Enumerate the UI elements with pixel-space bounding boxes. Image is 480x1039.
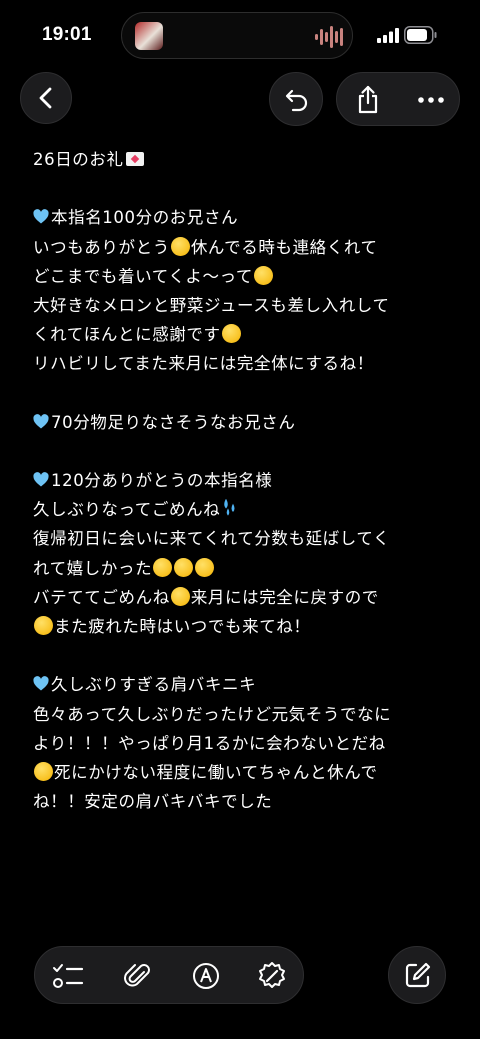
tear-face-icon [170, 236, 190, 256]
note-text: 来月には完全に戻すので [190, 587, 379, 607]
note-line: 120分ありがとうの本指名様 [33, 466, 453, 495]
chevron-left-icon [39, 87, 52, 109]
note-line [33, 174, 453, 203]
note-text: 色々あって久しぶりだったけど元気そうでなに [33, 704, 392, 724]
tear-face-icon [170, 586, 190, 606]
back-button[interactable] [20, 72, 72, 124]
relieved-face-icon [221, 324, 241, 344]
note-text: 久しぶりなってごめんね [33, 500, 221, 520]
note-text: ね！！安定の肩バキバキでした [33, 792, 273, 812]
note-line: 70分物足りなさそうなお兄さん [33, 408, 453, 437]
cry-face-icon [153, 557, 173, 577]
note-line: 色々あって久しぶりだったけど元気そうでなに [33, 700, 453, 729]
attachment-button[interactable] [121, 959, 155, 993]
note-text: 大好きなメロンと野菜ジュースも差し入れして [33, 295, 390, 315]
cry-face-icon [195, 557, 215, 577]
note-line: また疲れた時はいつでも来てね！ [33, 612, 453, 641]
note-text: 26日のお礼 [33, 150, 124, 169]
note-line: バテててごめんね 来月には完全に戻すので [33, 583, 453, 612]
note-line: 本指名100分のお兄さん [33, 203, 453, 232]
now-playing-artwork [135, 22, 163, 50]
note-line: リハビリしてまた来月には完全体にするね！ [33, 349, 453, 378]
light-blue-heart-icon [33, 209, 49, 224]
note-line: 死にかけない程度に働いてちゃんと休んで [33, 758, 453, 787]
cry-face-icon [174, 557, 194, 577]
status-bar: 19:01 [0, 0, 480, 70]
more-icon [418, 97, 444, 103]
writing-tools-button[interactable] [255, 959, 289, 993]
note-line [33, 379, 453, 408]
note-text: 死にかけない程度に働いてちゃんと休んで [54, 762, 378, 782]
status-time: 19:01 [42, 24, 92, 45]
note-line: れて嬉しかった [33, 554, 453, 583]
writing-tools-icon [259, 962, 285, 988]
checklist-icon [53, 964, 84, 988]
note-line: 復帰初日に会いに来てくれて分数も延ばしてく [33, 524, 453, 553]
dynamic-island[interactable] [121, 12, 353, 59]
note-text: 70分物足りなさそうなお兄さん [51, 412, 296, 432]
compose-icon [405, 962, 431, 988]
note-text: れて嬉しかった [33, 558, 153, 578]
note-text: バテててごめんね [33, 587, 170, 607]
note-text: くれてほんとに感謝です [33, 325, 221, 345]
paperclip-icon [124, 964, 150, 987]
note-text: 復帰初日に会いに来てくれて分数も延ばしてく [33, 529, 391, 549]
note-line: くれてほんとに感謝です [33, 320, 453, 349]
share-icon [358, 85, 378, 114]
compose-button[interactable] [388, 946, 446, 1004]
light-blue-heart-icon [33, 676, 49, 691]
sweat-droplets-icon [224, 499, 235, 516]
cellular-signal-icon [377, 28, 399, 43]
actions-pill [336, 72, 460, 126]
more-button[interactable] [411, 83, 451, 117]
note-line [33, 641, 453, 670]
markup-button[interactable] [189, 959, 223, 993]
note-text: 久しぶりすぎる肩バキニキ [51, 675, 257, 695]
note-line [33, 437, 453, 466]
pen-markup-icon [193, 963, 219, 989]
note-text: どこまでも着いてくよ〜って [33, 266, 253, 286]
undo-button[interactable] [269, 72, 323, 126]
checklist-button[interactable] [51, 959, 85, 993]
cry-face-icon [254, 265, 273, 285]
note-line: 26日のお礼 [33, 145, 453, 174]
undo-icon [285, 89, 308, 112]
note-text: 本指名100分のお兄さん [51, 208, 239, 228]
note-text: より！！！やっぱり月1るかに会わないとだね [33, 733, 386, 753]
light-blue-heart-icon [33, 413, 49, 429]
nomouth-face-icon [34, 616, 53, 635]
love-letter-icon [125, 152, 144, 166]
note-line: 大好きなメロンと野菜ジュースも差し入れして [33, 291, 453, 320]
note-line: より！！！やっぱり月1るかに会わないとだね [33, 729, 453, 758]
note-line: ね！！安定の肩バキバキでした [33, 787, 453, 816]
joy-face-icon [34, 761, 53, 781]
note-text: いつもありがとう [33, 237, 170, 257]
note-text: また疲れた時はいつでも来てね！ [54, 617, 311, 636]
note-text: 休んでる時も連絡くれて [190, 237, 378, 257]
audio-waveform-icon [315, 26, 343, 48]
note-text: リハビリしてまた来月には完全体にするね！ [33, 354, 374, 374]
light-blue-heart-icon [33, 472, 49, 487]
note-line: いつもありがとう 休んでる時も連絡くれて [33, 233, 453, 262]
note-line: どこまでも着いてくよ〜って [33, 262, 453, 291]
battery-icon [404, 26, 437, 44]
note-text: 120分ありがとうの本指名様 [51, 471, 273, 491]
share-button[interactable] [351, 83, 385, 117]
bottom-toolbar [34, 946, 304, 1004]
note-line: 久しぶりなってごめんね [33, 495, 453, 524]
note-body[interactable]: 26日のお礼本指名100分のお兄さんいつもありがとう 休んでる時も連絡くれてどこま… [33, 145, 453, 816]
note-line: 久しぶりすぎる肩バキニキ [33, 670, 453, 699]
